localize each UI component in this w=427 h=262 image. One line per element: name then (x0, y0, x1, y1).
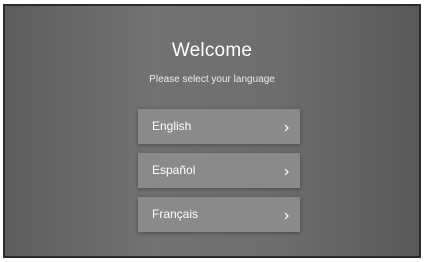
language-label: Español (152, 163, 196, 177)
language-select-screen: Welcome Please select your language Engl… (3, 4, 421, 258)
language-label: Français (152, 207, 199, 221)
chevron-right-icon (284, 124, 289, 132)
chevron-right-icon (284, 212, 289, 220)
language-prompt: Please select your language (149, 74, 275, 85)
language-list: English Español Français (138, 109, 300, 241)
welcome-title: Welcome (171, 40, 253, 61)
language-option-espanol[interactable]: Español (138, 153, 300, 188)
language-option-francais[interactable]: Français (138, 197, 300, 232)
language-label: English (152, 119, 192, 133)
language-option-english[interactable]: English (138, 109, 300, 144)
chevron-right-icon (284, 168, 289, 176)
